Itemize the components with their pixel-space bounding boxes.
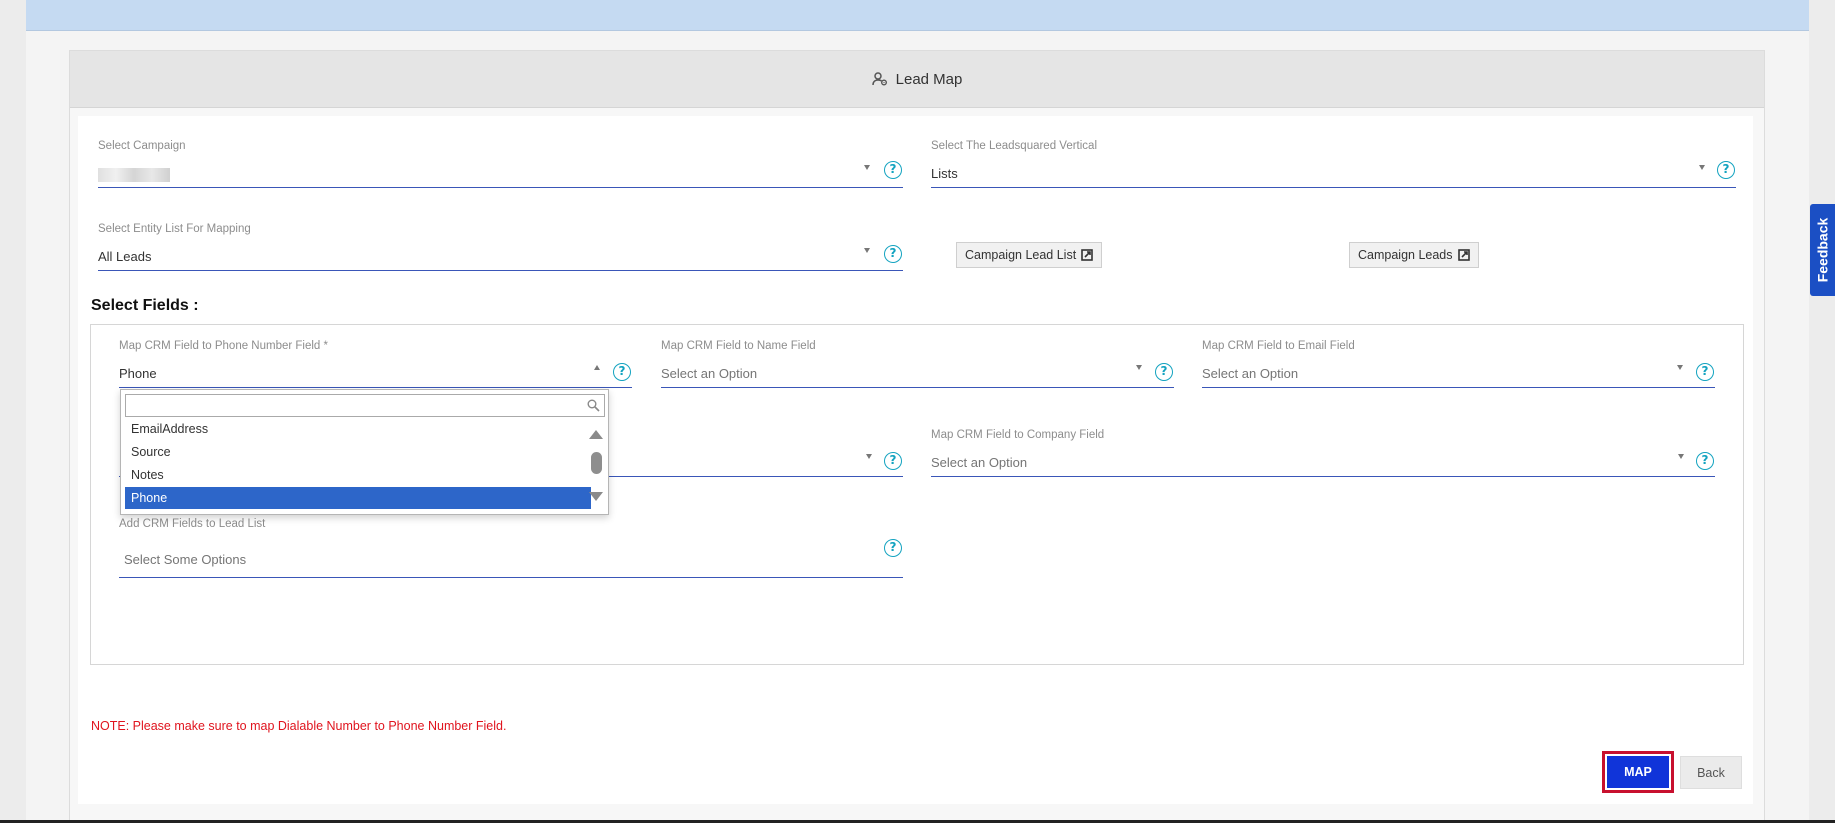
phone-field-dropdown: EmailAddress Source Notes Phone (120, 389, 609, 515)
dropdown-option[interactable]: Source (125, 441, 591, 463)
chevron-down-icon (1678, 454, 1684, 459)
scroll-up-icon[interactable] (589, 430, 603, 439)
vertical-value: Lists (931, 166, 958, 181)
campaign-lead-list-button[interactable]: Campaign Lead List (956, 242, 1103, 268)
entity-list-value: All Leads (98, 249, 152, 264)
phone-field-value: Phone (119, 366, 157, 381)
phone-field-select[interactable]: Phone (119, 362, 632, 388)
name-field-select[interactable]: Select an Option (661, 362, 1174, 388)
name-field-placeholder: Select an Option (661, 366, 758, 381)
page-title: Lead Map (895, 70, 963, 88)
chevron-down-icon (1699, 165, 1705, 170)
feedback-label: Feedback (1814, 217, 1831, 283)
chevron-down-icon (1136, 365, 1142, 370)
vertical-label: Select The Leadsquared Vertical (931, 140, 1098, 152)
company-field-label: Map CRM Field to Company Field (931, 429, 1105, 441)
vertical-select[interactable]: Lists (931, 162, 1736, 188)
lead-list-label: Add CRM Fields to Lead List (119, 518, 266, 530)
campaign-leads-button[interactable]: Campaign Leads (1349, 242, 1479, 268)
help-icon[interactable]: ? (884, 245, 902, 263)
help-icon[interactable]: ? (884, 161, 902, 179)
company-field-placeholder: Select an Option (931, 455, 1028, 470)
top-bar (26, 0, 1809, 31)
redacted-value (98, 167, 170, 182)
dropdown-option-selected[interactable]: Phone (125, 487, 591, 509)
phone-field-label: Map CRM Field to Phone Number Field * (119, 340, 328, 352)
help-icon[interactable]: ? (1696, 363, 1714, 381)
chevron-down-icon (866, 454, 872, 459)
entity-list-select[interactable]: All Leads (98, 245, 903, 271)
scroll-down-icon[interactable] (589, 492, 603, 501)
help-icon[interactable]: ? (1155, 363, 1173, 381)
chevron-down-icon (1677, 365, 1683, 370)
panel-header: Lead Map (70, 51, 1764, 108)
campaign-label: Select Campaign (98, 140, 186, 152)
chevron-down-icon (864, 248, 870, 253)
external-link-icon (1457, 249, 1470, 261)
user-gear-icon (871, 72, 887, 86)
back-button[interactable]: Back (1680, 756, 1742, 789)
help-icon[interactable]: ? (884, 452, 902, 470)
external-link-icon (1081, 249, 1093, 261)
campaign-value-blurred (98, 166, 170, 182)
dropdown-option[interactable]: Notes (125, 464, 591, 486)
scrollbar-thumb[interactable] (591, 452, 602, 474)
section-title: Select Fields : (91, 297, 199, 314)
lead-list-multiselect[interactable]: Select Some Options (119, 550, 903, 578)
chevron-down-icon (864, 165, 870, 170)
map-button[interactable]: MAP (1602, 751, 1674, 793)
feedback-tab[interactable]: Feedback (1810, 204, 1835, 296)
help-icon[interactable]: ? (613, 363, 631, 381)
email-field-placeholder: Select an Option (1202, 366, 1299, 381)
entity-list-label: Select Entity List For Mapping (98, 223, 251, 235)
company-field-select[interactable]: Select an Option (931, 451, 1715, 477)
email-field-label: Map CRM Field to Email Field (1202, 340, 1355, 352)
dropdown-search-input[interactable] (125, 394, 605, 417)
mapping-note: NOTE: Please make sure to map Dialable N… (91, 719, 507, 733)
help-icon[interactable]: ? (884, 539, 902, 557)
campaign-lead-list-label: Campaign Lead List (965, 248, 1077, 262)
chevron-up-icon (594, 365, 600, 370)
email-field-select[interactable]: Select an Option (1202, 362, 1715, 388)
map-button-label: MAP (1607, 756, 1669, 788)
campaign-leads-label: Campaign Leads (1358, 248, 1453, 262)
help-icon[interactable]: ? (1696, 452, 1714, 470)
name-field-label: Map CRM Field to Name Field (661, 340, 816, 352)
dropdown-option[interactable]: EmailAddress (125, 418, 591, 440)
lead-list-placeholder: Select Some Options (124, 552, 247, 567)
campaign-select[interactable] (98, 162, 903, 188)
help-icon[interactable]: ? (1717, 161, 1735, 179)
search-icon (587, 399, 600, 412)
